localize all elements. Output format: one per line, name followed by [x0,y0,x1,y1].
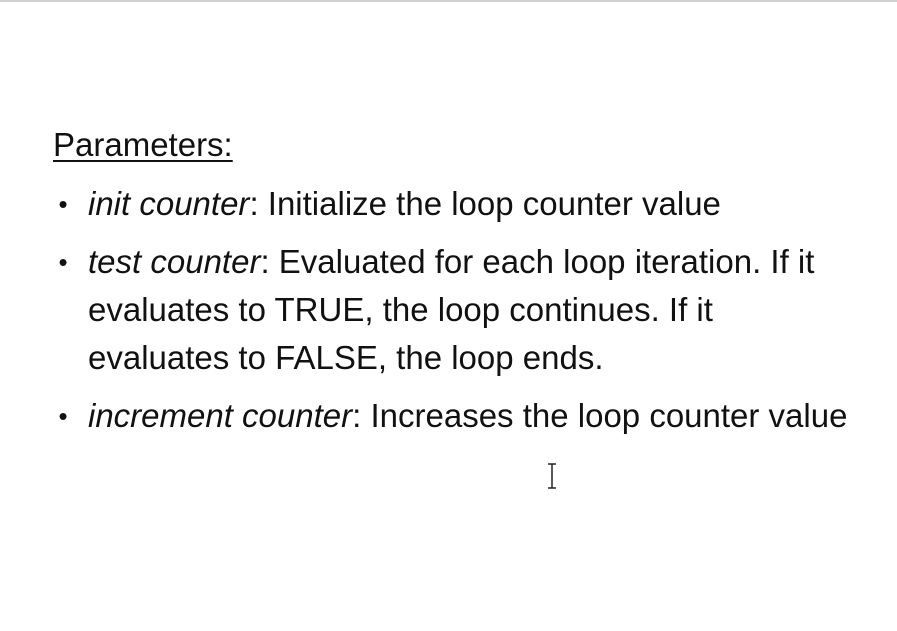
list-item: • test counter: Evaluated for each loop … [53,238,853,382]
bullet-icon: • [58,189,68,219]
bullet-icon: • [58,247,68,277]
term-separator: : [352,397,362,434]
parameter-description: Initialize the loop counter value [258,185,721,222]
list-item: • init counter: Initialize the loop coun… [53,180,853,228]
parameter-list: • init counter: Initialize the loop coun… [53,180,853,450]
term-separator: : [249,185,259,222]
text-cursor-icon [548,463,556,489]
list-item: • increment counter: Increases the loop … [53,392,853,440]
parameter-description: Increases the loop counter value [361,397,848,434]
parameter-term: test counter [88,243,261,280]
slide-heading: Parameters: [53,126,233,163]
bullet-icon: • [58,401,68,431]
parameter-term: increment counter [88,397,353,434]
parameter-term: init counter [88,185,250,222]
term-separator: : [260,243,270,280]
slide-content: Parameters: • init counter: Initialize t… [0,0,897,631]
